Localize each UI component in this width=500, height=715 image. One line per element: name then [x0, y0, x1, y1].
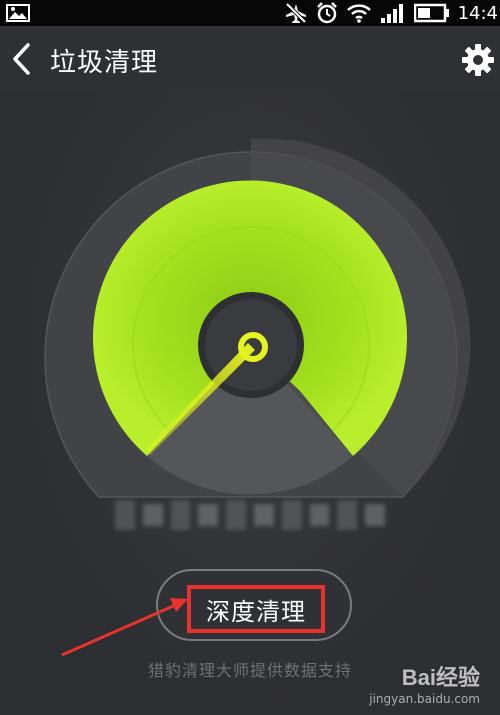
- baidu-logo: Bai经验: [401, 665, 480, 690]
- baidu-url: jingyan.baidu.com: [369, 692, 480, 706]
- baidu-watermark: Bai经验 jingyan.baidu.com: [369, 660, 480, 706]
- deep-clean-button[interactable]: [156, 569, 352, 641]
- blurred-scan-status: [115, 495, 385, 535]
